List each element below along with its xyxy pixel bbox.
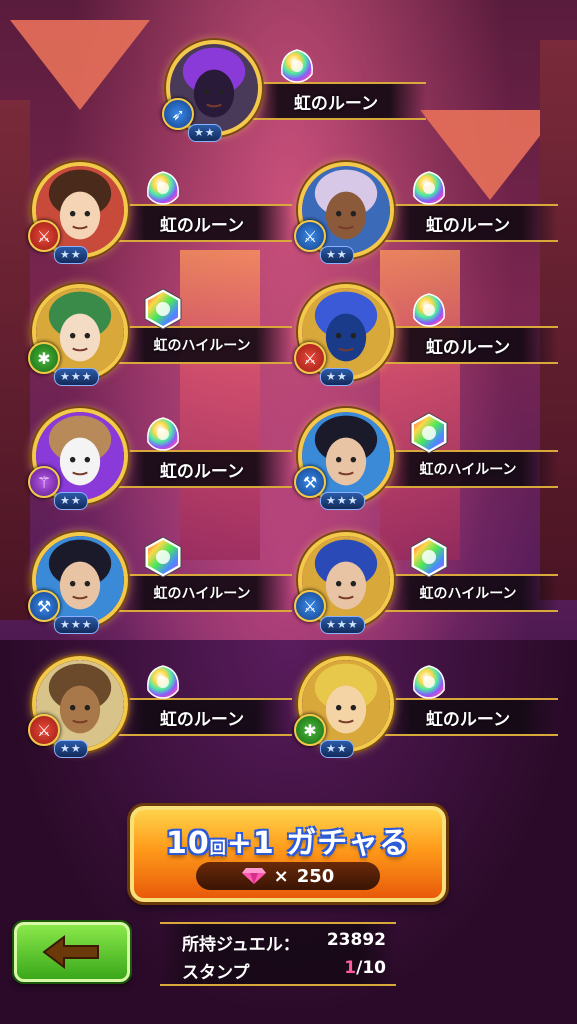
stamp-progress: 1/10 — [344, 958, 386, 983]
back-button[interactable] — [14, 922, 130, 982]
jewel-label: 所持ジュエル： — [182, 935, 300, 955]
sword-icon: ⚔ — [294, 590, 326, 622]
rainbow-high-rune-icon — [142, 536, 184, 578]
rarity-stars: ★★ — [320, 740, 354, 758]
rarity-stars: ★★ — [188, 124, 222, 142]
rarity-stars: ★★★ — [54, 368, 99, 386]
rarity-stars: ★★★ — [320, 492, 365, 510]
rarity-stars: ★★★ — [54, 616, 99, 634]
claw-icon: ✱ — [28, 342, 60, 374]
sword-icon: ⚔ — [294, 220, 326, 252]
shelf-left — [0, 100, 30, 620]
rainbow-rune-icon — [408, 288, 450, 330]
rainbow-rune-icon — [408, 166, 450, 208]
cost-value: 250 — [296, 865, 335, 887]
rune-label: 虹のルーン — [378, 326, 558, 364]
rune-label: 虹のルーン — [378, 698, 558, 736]
gacha-count-unit: 回 — [209, 838, 227, 857]
gacha-cost: × 250 — [196, 862, 380, 890]
rainbow-rune-icon — [142, 166, 184, 208]
rainbow-rune-icon — [142, 412, 184, 454]
arrow-left-icon — [42, 935, 99, 969]
claw-icon: ✱ — [294, 714, 326, 746]
sword-icon: ⚔ — [294, 342, 326, 374]
rune-label: 虹のハイルーン — [378, 450, 558, 488]
player-info-panel: 所持ジュエル： 23892 スタンプ 1/10 — [160, 922, 396, 986]
rune-label: 虹のルーン — [112, 450, 292, 488]
rarity-stars: ★★ — [54, 492, 88, 510]
gacha-10-plus-1-button[interactable]: 10回+1 ガチャる × 250 — [130, 806, 446, 902]
stamp-current: 1 — [344, 958, 357, 978]
rune-label: 虹のルーン — [112, 204, 292, 242]
gacha-bonus: +1 — [226, 826, 275, 861]
rainbow-high-rune-icon — [142, 288, 184, 330]
staff-icon: ⚚ — [28, 466, 60, 498]
rune-label: 虹のハイルーン — [378, 574, 558, 612]
stamp-label: スタンプ — [182, 963, 250, 983]
sword-icon: ⚔ — [28, 220, 60, 252]
gacha-count: 10 — [166, 826, 210, 861]
rarity-stars: ★★ — [54, 740, 88, 758]
rarity-stars: ★★★ — [320, 616, 365, 634]
rune-label: 虹のルーン — [112, 698, 292, 736]
rainbow-high-rune-icon — [408, 412, 450, 454]
shelf-right — [540, 40, 577, 600]
rarity-stars: ★★ — [320, 246, 354, 264]
jewel-icon — [241, 868, 266, 884]
rainbow-rune-icon — [408, 660, 450, 702]
pillar-left — [180, 250, 260, 560]
gacha-button-title: 10回+1 ガチャる — [134, 818, 442, 862]
axe-icon: ⚒ — [28, 590, 60, 622]
bow-icon: ➶ — [162, 98, 194, 130]
rainbow-rune-icon — [142, 660, 184, 702]
jewel-value: 23892 — [326, 930, 386, 950]
rarity-stars: ★★ — [54, 246, 88, 264]
rune-label: 虹のハイルーン — [112, 574, 292, 612]
cost-multiplier: × — [273, 865, 289, 887]
stamp-row: スタンプ 1/10 — [182, 958, 386, 983]
sword-icon: ⚔ — [28, 714, 60, 746]
rainbow-rune-icon — [276, 44, 318, 86]
gacha-action-text: ガチャる — [286, 826, 410, 861]
jewel-row: 所持ジュエル： 23892 — [182, 930, 386, 955]
ceiling-lamp-left — [10, 20, 150, 110]
stamp-total: /10 — [356, 958, 386, 978]
axe-icon: ⚒ — [294, 466, 326, 498]
rune-label: 虹のハイルーン — [112, 326, 292, 364]
rarity-stars: ★★ — [320, 368, 354, 386]
rune-label: 虹のルーン — [378, 204, 558, 242]
rainbow-high-rune-icon — [408, 536, 450, 578]
rune-label: 虹のルーン — [246, 82, 426, 120]
gacha-result-screen: 虹のルーン ➶ ★★ 虹のルーン ⚔ ★★ 虹のルーン ⚔ ★★ 虹のハイルーン… — [0, 0, 577, 1024]
